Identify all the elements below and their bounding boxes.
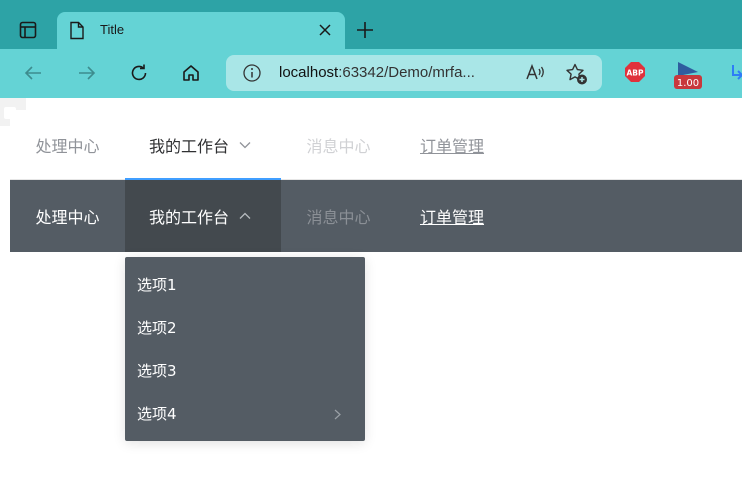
arrow-right-icon — [79, 66, 96, 80]
nav-menu-light: 处理中心 我的工作台 消息中心 订单管理 — [10, 110, 742, 180]
plus-icon — [357, 22, 373, 38]
order-management-link[interactable]: 订单管理 — [420, 133, 484, 157]
window-icon — [19, 21, 37, 39]
new-tab-button[interactable] — [352, 17, 378, 43]
menu-item-my-workbench[interactable]: 我的工作台 — [125, 180, 281, 252]
menu-item-label: 消息中心 — [306, 136, 371, 156]
submenu-option-label: 选项4 — [137, 405, 177, 423]
address-bar[interactable]: localhost:63342/Demo/mrfa... — [226, 55, 602, 91]
browser-tab-strip: Title — [0, 0, 742, 49]
info-icon[interactable] — [242, 63, 262, 83]
home-icon — [183, 65, 199, 81]
menu-item-processing-center[interactable]: 处理中心 — [10, 110, 125, 179]
address-path: :63342/Demo/mrfa... — [338, 64, 475, 81]
svg-text:1.00: 1.00 — [677, 78, 699, 89]
submenu-option-label: 选项2 — [137, 319, 177, 337]
menu-item-my-workbench[interactable]: 我的工作台 — [125, 110, 281, 180]
refresh-button[interactable] — [126, 60, 152, 86]
submenu-option-3[interactable]: 选项3 — [125, 350, 365, 393]
menu-item-label: 处理中心 — [35, 136, 100, 156]
back-button[interactable] — [20, 60, 46, 86]
submenu-option-label: 选项3 — [137, 362, 177, 380]
chevron-down-icon — [239, 141, 251, 148]
page-icon — [70, 21, 84, 40]
close-icon — [319, 24, 331, 36]
submenu-option-4[interactable]: 选项4 — [125, 393, 365, 436]
nav-menu-dark: 处理中心 我的工作台 消息中心 订单管理 — [10, 180, 742, 252]
tab-title: Title — [100, 22, 125, 37]
menu-item-label: 我的工作台 — [149, 208, 230, 227]
submenu-option-2[interactable]: 选项2 — [125, 307, 365, 350]
arrow-left-icon — [24, 66, 41, 80]
tab-close-button[interactable] — [315, 20, 335, 40]
menu-item-order-management[interactable]: 订单管理 — [396, 180, 484, 252]
menu-item-label: 消息中心 — [306, 208, 371, 227]
browser-toolbar: localhost:63342/Demo/mrfa... ABP 1.00 — [0, 49, 742, 98]
forward-button[interactable] — [74, 60, 100, 86]
order-management-link[interactable]: 订单管理 — [420, 204, 484, 228]
workbench-submenu-dropdown: 选项1 选项2 选项3 选项4 — [125, 257, 365, 441]
address-url[interactable]: localhost:63342/Demo/mrfa... — [279, 64, 475, 81]
chevron-right-icon — [334, 409, 341, 420]
menu-item-message-center: 消息中心 — [281, 110, 396, 179]
svg-text:ABP: ABP — [626, 69, 644, 78]
menu-item-processing-center[interactable]: 处理中心 — [10, 180, 125, 252]
chevron-up-icon — [239, 212, 251, 219]
submenu-option-label: 选项1 — [137, 276, 177, 294]
browser-tab-active[interactable]: Title — [57, 12, 345, 49]
sync-extension-icon[interactable] — [730, 63, 742, 81]
playback-speed-extension-icon[interactable]: 1.00 — [672, 58, 704, 90]
adblock-plus-icon[interactable]: ABP — [624, 61, 646, 83]
tab-actions-button[interactable] — [10, 14, 46, 46]
menu-item-label: 我的工作台 — [149, 136, 230, 156]
add-favorite-icon[interactable] — [565, 62, 589, 86]
refresh-icon — [131, 64, 147, 81]
address-host: localhost — [279, 64, 339, 81]
menu-item-order-management[interactable]: 订单管理 — [396, 110, 484, 179]
home-button[interactable] — [178, 60, 204, 86]
menu-item-label: 处理中心 — [35, 208, 100, 227]
menu-item-message-center: 消息中心 — [281, 180, 396, 252]
read-aloud-icon[interactable] — [524, 62, 546, 84]
submenu-option-1[interactable]: 选项1 — [125, 264, 365, 307]
